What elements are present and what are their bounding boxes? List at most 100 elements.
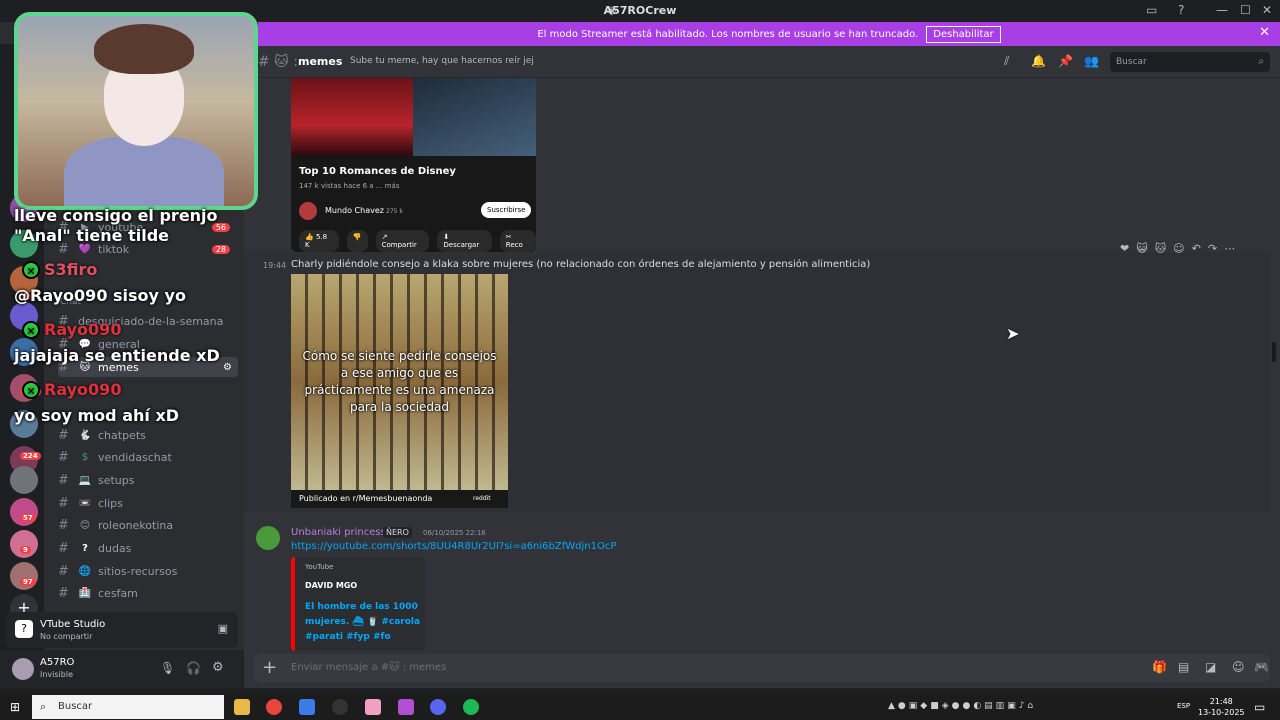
user-settings-icon[interactable]: ⚙ xyxy=(212,660,224,675)
obs-icon[interactable] xyxy=(332,699,348,715)
channel-emoji: 📼 xyxy=(78,497,92,509)
download-button[interactable]: ⬇ Descargar xyxy=(437,230,492,252)
channel-emoji: 🐇 xyxy=(78,429,92,441)
channel-item-clips[interactable]: # 📼 clips xyxy=(58,493,238,513)
meme-image[interactable]: Cómo se siente pedirle consejos a ese am… xyxy=(291,274,508,508)
meme-footer: Publicado en r/Memesbuenaonda xyxy=(299,494,433,503)
channel-topic[interactable]: Sube tu meme, hay que hacernos reír jej xyxy=(350,56,534,66)
embed-author[interactable]: DAVID MGO xyxy=(305,581,357,590)
hash-icon: # xyxy=(58,449,69,465)
channel-label: setups xyxy=(98,473,135,487)
search-input[interactable]: Buscar ⌕ xyxy=(1110,52,1270,72)
avatar[interactable] xyxy=(256,526,280,550)
video-channel[interactable]: Mundo Chavez xyxy=(325,206,384,215)
minimize-icon[interactable]: — xyxy=(1216,3,1228,17)
settings-gear-icon[interactable]: ⚙ xyxy=(223,362,232,373)
inbox-icon[interactable]: ▭ xyxy=(1146,3,1157,17)
disable-button[interactable]: Deshabilitar xyxy=(926,25,1001,43)
vtube-studio-panel[interactable]: ? VTube Studio No compartir ▣ xyxy=(6,612,238,648)
system-tray-icons[interactable]: ▲●▣◆■◈●●◐▤▥▣♪⌂ xyxy=(888,701,1036,711)
members-icon[interactable]: 👥 xyxy=(1084,54,1099,68)
search-icon: ⌕ xyxy=(40,700,47,713)
add-reaction-icon[interactable]: ☺ xyxy=(1173,242,1184,262)
subscribe-button[interactable]: Suscribirse xyxy=(481,202,532,218)
gif-icon[interactable]: ▤ xyxy=(1178,660,1189,674)
channel-item-chatpets[interactable]: # 🐇 chatpets xyxy=(58,425,238,445)
file-explorer-icon[interactable] xyxy=(234,699,250,715)
overlay-username: Rayo090 xyxy=(44,380,122,399)
microphone-icon[interactable]: 🎙 xyxy=(160,661,175,675)
embed-provider[interactable]: YouTube xyxy=(305,563,333,571)
server-badge: 9 xyxy=(20,546,31,554)
message-link[interactable]: https://youtube.com/shorts/8UU4R8Ur2UI?s… xyxy=(291,541,616,552)
apps-icon[interactable]: 🎮 xyxy=(1254,660,1269,674)
hash-icon: # xyxy=(58,427,69,443)
notifications-icon[interactable]: ▭ xyxy=(1254,700,1265,714)
server-tag[interactable]: ÑERO xyxy=(383,527,412,538)
video-actions: 👍 5.8 K 👎 ↗ Compartir ⬇ Descargar ✂ Reco xyxy=(299,230,536,252)
language-indicator[interactable]: ESP xyxy=(1177,702,1190,710)
bell-icon[interactable]: 🔔 xyxy=(1031,54,1046,68)
vtube-studio-icon[interactable] xyxy=(398,699,414,715)
channel-item-dudas[interactable]: # ? dudas xyxy=(58,538,238,558)
spotify-icon[interactable] xyxy=(463,699,479,715)
channel-item-setups[interactable]: # 💻 setups xyxy=(58,470,238,490)
stream-icon[interactable]: ▣ xyxy=(218,622,228,635)
channel-avatar xyxy=(299,202,317,220)
channel-label: cesfam xyxy=(98,586,138,600)
sticker-icon[interactable]: ◪ xyxy=(1205,660,1216,674)
youtube-embed[interactable]: Top 10 Romances de Disney 147 k vistas h… xyxy=(291,78,536,252)
xbox-badge-icon: ✕ xyxy=(22,260,40,279)
dislike-button[interactable]: 👎 xyxy=(346,230,368,252)
windows-start-icon[interactable]: ⊞ xyxy=(10,700,20,714)
taskbar-search-label: Buscar xyxy=(58,701,93,712)
channel-label: roleonekotina xyxy=(98,518,174,532)
reply-icon[interactable]: ↶ xyxy=(1192,242,1201,262)
discord-icon[interactable] xyxy=(430,699,446,715)
forward-icon[interactable]: ↷ xyxy=(1208,242,1217,262)
headphones-icon[interactable]: 🎧 xyxy=(186,661,201,675)
channel-item-vendidaschat[interactable]: # $ vendidaschat xyxy=(58,447,238,467)
hash-icon: # xyxy=(58,563,69,579)
gift-icon[interactable]: 🎁 xyxy=(1152,660,1167,674)
message-author[interactable]: Unbaniaki princess xyxy=(291,527,386,538)
more-icon[interactable]: ⋯ xyxy=(1224,242,1235,262)
reaction-icon[interactable]: 😺 xyxy=(1136,242,1147,262)
embed-title[interactable]: El hombre de las 1000 mujeres. ⛴ 🥤 #caro… xyxy=(305,600,423,645)
video-title[interactable]: Top 10 Romances de Disney xyxy=(299,166,456,177)
overlay-chat-name: ✕ Rayo090 xyxy=(22,380,121,399)
clock[interactable]: 21:48 13-10-2025 xyxy=(1198,696,1245,718)
emoji-icon[interactable]: ☺ xyxy=(1232,660,1245,674)
channel-item-roleonekotina[interactable]: # 😊 roleonekotina xyxy=(58,515,238,535)
overlay-username: S3firo xyxy=(44,260,98,279)
channel-item-sitios-recursos[interactable]: # 🌐 sitios-recursos xyxy=(58,561,238,581)
server-icon[interactable] xyxy=(10,466,38,494)
channel-label: dudas xyxy=(98,541,132,555)
channel-item-cesfam[interactable]: # 🏥 cesfam xyxy=(58,583,238,603)
reaction-icon[interactable]: 🐱 xyxy=(1155,242,1166,262)
avatar[interactable] xyxy=(12,658,34,680)
remix-button[interactable]: ✂ Reco xyxy=(499,230,536,252)
close-banner-icon[interactable]: ✕ xyxy=(1259,25,1270,40)
hash-icon: # xyxy=(58,495,69,511)
app-icon[interactable] xyxy=(365,699,381,715)
banner-text: El modo Streamer está habilitado. Los no… xyxy=(537,28,919,40)
help-icon[interactable]: ? xyxy=(1178,3,1184,17)
overlay-username: Rayo090 xyxy=(44,320,122,339)
close-window-icon[interactable]: ✕ xyxy=(1262,3,1272,17)
channel-emoji: 💜 xyxy=(78,243,92,255)
video-thumbnail[interactable] xyxy=(413,78,536,156)
like-button[interactable]: 👍 5.8 K xyxy=(299,230,339,252)
chrome-icon[interactable] xyxy=(266,699,282,715)
maximize-icon[interactable]: ☐ xyxy=(1240,3,1251,17)
app-icon[interactable] xyxy=(299,699,315,715)
taskbar-search[interactable]: ⌕ Buscar xyxy=(32,695,224,719)
pin-icon[interactable]: 📌 xyxy=(1058,54,1073,68)
threads-icon[interactable]: ⫽ xyxy=(1004,54,1009,69)
reaction-icon[interactable]: ❤ xyxy=(1120,242,1129,262)
scrollbar-thumb[interactable] xyxy=(1272,342,1276,362)
message-composer[interactable]: + Enviar mensaje a #🐱 : memes 🎁 ▤ ◪ ☺ 🎮 xyxy=(254,654,1270,682)
upload-plus-icon[interactable]: + xyxy=(262,657,277,678)
video-thumbnail[interactable] xyxy=(291,78,413,156)
share-button[interactable]: ↗ Compartir xyxy=(375,230,430,252)
